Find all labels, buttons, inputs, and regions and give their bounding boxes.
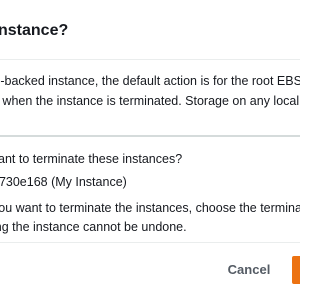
instance-id-label: 7730e168 (My Instance) xyxy=(0,175,127,189)
warning-text-line-1: you want to terminate the instances, cho… xyxy=(0,201,300,215)
info-text-line-1: S-backed instance, the default action is… xyxy=(0,74,300,88)
info-text-line-2: d when the instance is terminated. Stora… xyxy=(0,94,300,108)
terminate-button[interactable] xyxy=(292,256,300,284)
content-divider xyxy=(0,135,300,137)
warning-text-line-2: ing the instance cannot be undone. xyxy=(0,220,187,234)
cancel-button[interactable]: Cancel xyxy=(216,257,282,283)
confirm-question: want to terminate these instances? xyxy=(0,152,183,166)
dialog-title: nstance? xyxy=(0,22,69,39)
terminate-instance-dialog: nstance? S-backed instance, the default … xyxy=(0,0,300,300)
footer-divider xyxy=(0,242,300,243)
header-divider xyxy=(0,59,300,60)
